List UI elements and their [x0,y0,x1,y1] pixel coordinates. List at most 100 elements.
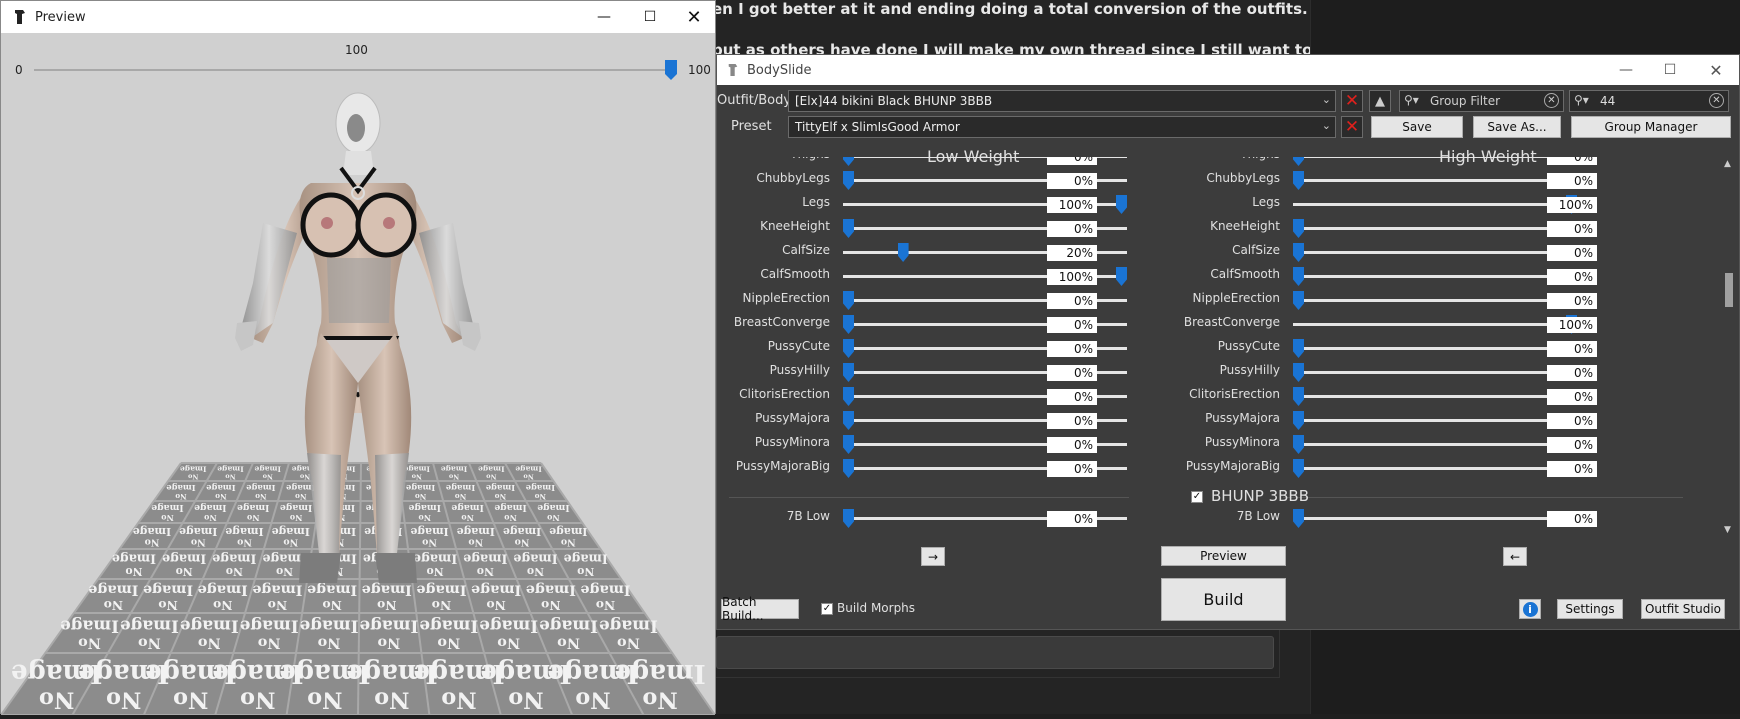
group-icon[interactable]: ▲ [1369,90,1391,112]
slider-track-high[interactable] [1293,443,1577,446]
slider-value-high[interactable]: 0% [1547,157,1597,165]
slider-value-high[interactable]: 100% [1547,317,1597,333]
outfit-filter-input[interactable]: ⚲▾ 44 ✕ [1569,90,1729,112]
clear-icon[interactable]: ✕ [1544,93,1559,108]
slider-thumb-low[interactable] [843,387,854,406]
slider-thumb-high[interactable] [1293,509,1304,528]
3d-viewport[interactable]: Image No Image No Image No Image No Image No Image… [0,83,716,716]
slider-thumb-high[interactable] [1293,411,1304,430]
slider-value-high[interactable]: 0% [1547,173,1597,189]
slider-value-low[interactable]: 100% [1047,269,1097,285]
build-morphs-checkbox[interactable]: ✓ [821,603,833,615]
slider-thumb-high[interactable] [1293,157,1304,166]
slider-thumb-high[interactable] [1293,435,1304,454]
slider-thumb-high[interactable] [1293,291,1304,310]
bodyslide-titlebar[interactable]: BodySlide [717,55,1739,85]
slider-value-high[interactable]: 0% [1547,365,1597,381]
outfit-studio-button[interactable]: Outfit Studio [1641,599,1725,619]
slider-value-high[interactable]: 0% [1547,269,1597,285]
slider-thumb-high[interactable] [1293,363,1304,382]
slider-thumb-low[interactable] [843,157,854,166]
slider-value-low[interactable]: 20% [1047,245,1097,261]
slider-list-scrollbar[interactable]: ▲ ▼ [1722,157,1736,537]
scrollbar-thumb[interactable] [1725,273,1733,307]
slider-value-low[interactable]: 0% [1047,157,1097,165]
slider-track-high[interactable] [1293,323,1577,326]
slider-value-low[interactable]: 100% [1047,197,1097,213]
slider-track-high[interactable] [1293,179,1577,182]
slider-track-high[interactable] [1293,157,1577,158]
close-icon[interactable]: ✕ [671,1,717,33]
slider-value-high[interactable]: 100% [1547,197,1597,213]
slider-thumb-low[interactable] [843,219,854,238]
close-icon[interactable]: ✕ [1693,55,1739,85]
slider-thumb-low[interactable] [843,459,854,478]
slider-value-low[interactable]: 0% [1047,413,1097,429]
group-filter-input[interactable]: ⚲▾ Group Filter ✕ [1399,90,1564,112]
minimize-icon[interactable]: — [581,1,627,33]
group-manager-button[interactable]: Group Manager [1571,116,1731,138]
batch-build-button[interactable]: Batch Build... [721,595,799,623]
scroll-down-icon[interactable]: ▼ [1724,525,1731,535]
slider-thumb-high[interactable] [1293,171,1304,190]
remove-preset-icon[interactable]: ✕ [1341,116,1363,138]
slider-track-high[interactable] [1293,395,1577,398]
slider-value-low[interactable]: 0% [1047,293,1097,309]
slider-thumb-high[interactable] [1293,459,1304,478]
slider-thumb-high[interactable] [1293,339,1304,358]
maximize-icon[interactable]: ☐ [1647,55,1693,85]
slider-track-high[interactable] [1293,419,1577,422]
slider-value-low[interactable]: 0% [1047,365,1097,381]
slider-value-low[interactable]: 0% [1047,389,1097,405]
forum-reply-input[interactable] [716,636,1274,669]
slider-track-high[interactable] [1293,275,1577,278]
slider-thumb-low[interactable] [843,435,854,454]
slider-value-high[interactable]: 0% [1547,293,1597,309]
slider-track-high[interactable] [1293,517,1577,520]
slider-track-high[interactable] [1293,299,1577,302]
slider-value-high[interactable]: 0% [1547,245,1597,261]
save-button[interactable]: Save [1371,116,1463,138]
slider-value-high[interactable]: 0% [1547,221,1597,237]
slider-value-low[interactable]: 0% [1047,221,1097,237]
slider-value-low[interactable]: 0% [1047,341,1097,357]
slider-track-high[interactable] [1293,251,1577,254]
arrow-left-button[interactable]: ← [1503,547,1527,566]
slider-track-high[interactable] [1293,203,1577,206]
slider-thumb-low[interactable] [1116,195,1127,214]
arrow-right-button[interactable]: → [921,547,945,566]
maximize-icon[interactable]: ☐ [627,1,673,33]
slider-thumb-low[interactable] [843,315,854,334]
slider-value-high[interactable]: 0% [1547,511,1597,527]
slider-value-low[interactable]: 0% [1047,511,1097,527]
settings-button[interactable]: Settings [1557,599,1623,619]
slider-value-high[interactable]: 0% [1547,413,1597,429]
slider-thumb-high[interactable] [1293,219,1304,238]
save-as-button[interactable]: Save As... [1473,116,1561,138]
slider-track-high[interactable] [1293,347,1577,350]
slider-thumb-low[interactable] [843,291,854,310]
slider-value-high[interactable]: 0% [1547,389,1597,405]
slider-thumb-low[interactable] [843,411,854,430]
slider-thumb-low[interactable] [843,509,854,528]
outfit-body-dropdown[interactable]: [Elx]44 bikini Black BHUNP 3BBB ⌄ [788,90,1336,112]
slider-value-high[interactable]: 0% [1547,341,1597,357]
slider-thumb-low[interactable] [897,243,909,262]
preset-dropdown[interactable]: TittyElf x SlimIsGood Armor ⌄ [788,116,1336,138]
slider-thumb-low[interactable] [843,339,854,358]
slider-value-low[interactable]: 0% [1047,173,1097,189]
clear-icon[interactable]: ✕ [1709,93,1724,108]
group-checkbox[interactable]: ✓ [1191,491,1203,503]
slider-value-low[interactable]: 0% [1047,461,1097,477]
slider-value-high[interactable]: 0% [1547,461,1597,477]
remove-outfit-icon[interactable]: ✕ [1341,90,1363,112]
slider-thumb-high[interactable] [1293,387,1304,406]
slider-thumb-high[interactable] [1293,267,1304,286]
build-button[interactable]: Build [1161,578,1286,621]
slider-value-low[interactable]: 0% [1047,317,1097,333]
slider-thumb-low[interactable] [843,363,854,382]
slider-thumb-high[interactable] [1293,243,1304,262]
preview-slider-thumb[interactable] [665,60,677,80]
slider-thumb-low[interactable] [843,171,854,190]
preview-slider-track[interactable] [34,69,674,71]
